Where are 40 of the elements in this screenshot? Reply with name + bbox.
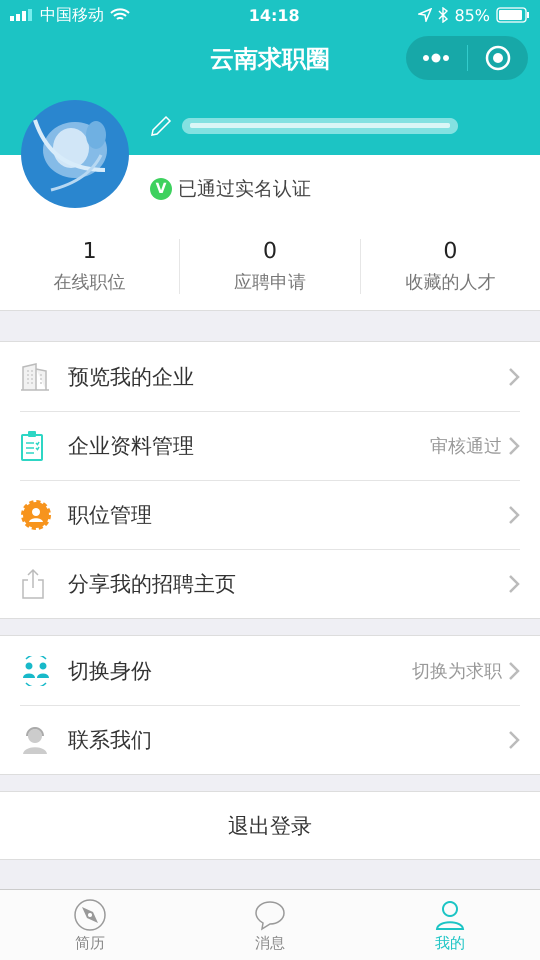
carrier-name: 中国移动 — [40, 4, 104, 26]
building-icon — [20, 362, 50, 392]
gear-person-icon — [20, 499, 52, 531]
signal-icon — [10, 9, 34, 21]
battery-icon — [496, 7, 530, 23]
chevron-icon — [508, 660, 520, 680]
compass-icon — [73, 898, 107, 932]
chevron-icon — [508, 574, 520, 594]
chevron-icon — [508, 436, 520, 456]
menu-item[interactable]: 企业资料管理 审核通过 — [0, 411, 540, 480]
clipboard-icon — [20, 430, 44, 462]
clock-time: 14:18 — [248, 6, 300, 24]
share-icon — [20, 568, 46, 600]
verified-badge: V — [150, 178, 172, 200]
menu-item[interactable]: 分享我的招聘主页 — [0, 549, 540, 618]
chevron-icon — [508, 366, 520, 386]
menu-item[interactable]: 预览我的企业 — [0, 342, 540, 411]
chevron-icon — [508, 730, 520, 750]
battery-percent: 85% — [454, 6, 490, 24]
menu-item[interactable]: 联系我们 — [0, 705, 540, 774]
stat-value: 0 — [443, 239, 458, 264]
switch-people-icon — [20, 656, 52, 686]
pencil-icon[interactable] — [150, 115, 172, 137]
menu-item[interactable]: 切换身份 切换为求职 — [0, 636, 540, 705]
logout-button[interactable]: 退出登录 — [0, 791, 540, 860]
stat-label: 收藏的人才 — [405, 271, 496, 294]
more-icon[interactable] — [421, 53, 452, 63]
support-agent-icon — [20, 725, 50, 755]
page-title: 云南求职圈 — [210, 44, 330, 75]
stat-value: 1 — [82, 239, 97, 264]
close-icon[interactable] — [484, 45, 511, 71]
stat-value: 0 — [262, 239, 277, 264]
wifi-icon — [110, 8, 130, 22]
stat-label: 应聘申请 — [234, 271, 306, 294]
chevron-icon — [508, 505, 520, 525]
verified-text: 已通过实名认证 — [178, 177, 311, 202]
stat-label: 在线职位 — [54, 271, 126, 294]
bluetooth-icon — [438, 7, 448, 23]
menu-item[interactable]: 职位管理 — [0, 480, 540, 549]
location-icon — [418, 8, 432, 22]
